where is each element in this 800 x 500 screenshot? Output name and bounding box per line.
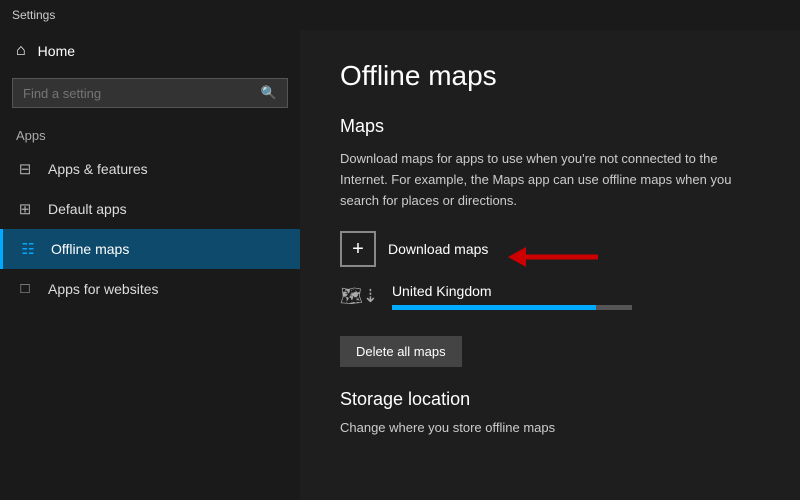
main-layout: ⌂ Home 🔍 Apps ⊟ Apps & features ⊞ Defaul…	[0, 30, 800, 500]
sidebar: ⌂ Home 🔍 Apps ⊟ Apps & features ⊞ Defaul…	[0, 30, 300, 500]
default-apps-icon: ⊞	[16, 200, 34, 218]
delete-all-maps-button[interactable]: Delete all maps	[340, 336, 462, 367]
home-icon: ⌂	[16, 42, 26, 60]
download-maps-label: Download maps	[388, 241, 488, 257]
search-icon[interactable]: 🔍	[251, 79, 287, 107]
progress-bar	[392, 305, 632, 310]
apps-features-icon: ⊟	[16, 160, 34, 178]
progress-fill	[392, 305, 596, 310]
sidebar-item-default-apps[interactable]: ⊞ Default apps	[0, 189, 300, 229]
download-maps-action: + Download maps	[340, 231, 488, 267]
download-maps-button[interactable]: +	[340, 231, 376, 267]
maps-description: Download maps for apps to use when you'r…	[340, 149, 760, 211]
search-input[interactable]	[13, 80, 251, 107]
sidebar-item-apps-features[interactable]: ⊟ Apps & features	[0, 149, 300, 189]
map-item-icon: 🗺⇣	[340, 286, 378, 307]
sidebar-section-label: Apps	[0, 120, 300, 149]
storage-section-title: Storage location	[340, 389, 760, 410]
title-bar: Settings	[0, 0, 800, 30]
annotation-arrow	[498, 239, 618, 275]
sidebar-item-offline-maps-label: Offline maps	[51, 241, 129, 257]
search-box: 🔍	[12, 78, 288, 108]
sidebar-item-apps-websites[interactable]: □ Apps for websites	[0, 269, 300, 308]
storage-description: Change where you store offline maps	[340, 420, 760, 435]
download-maps-row: + Download maps	[340, 231, 760, 283]
sidebar-item-home[interactable]: ⌂ Home	[0, 30, 300, 72]
map-item-uk: 🗺⇣ United Kingdom	[340, 283, 760, 310]
map-item-name: United Kingdom	[392, 283, 760, 299]
sidebar-item-default-apps-label: Default apps	[48, 201, 127, 217]
offline-maps-icon: ☷	[19, 240, 37, 258]
sidebar-item-apps-websites-label: Apps for websites	[48, 281, 159, 297]
content-area: Offline maps Maps Download maps for apps…	[300, 30, 800, 500]
sidebar-item-apps-features-label: Apps & features	[48, 161, 148, 177]
sidebar-home-label: Home	[38, 43, 75, 59]
apps-websites-icon: □	[16, 280, 34, 297]
maps-section-title: Maps	[340, 116, 760, 137]
title-bar-label: Settings	[12, 8, 55, 22]
page-title: Offline maps	[340, 60, 760, 92]
map-item-info: United Kingdom	[392, 283, 760, 310]
sidebar-item-offline-maps[interactable]: ☷ Offline maps	[0, 229, 300, 269]
